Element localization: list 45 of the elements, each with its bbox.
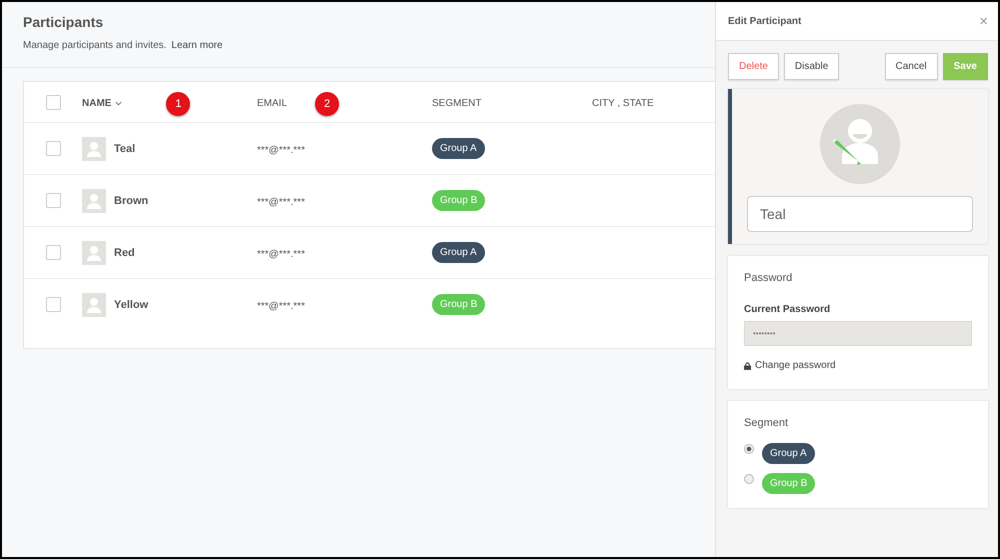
- participant-name: Teal: [114, 142, 136, 154]
- email-cell: ***@***.***: [257, 196, 305, 208]
- email-cell: ***@***.***: [257, 300, 305, 312]
- participant-name: Brown: [114, 194, 148, 206]
- row-checkbox[interactable]: [46, 193, 60, 208]
- row-checkbox[interactable]: [46, 245, 60, 260]
- name-input-field[interactable]: Teal: [747, 196, 973, 232]
- field-label: Current Password: [744, 304, 832, 315]
- email-cell: ***@***.***: [257, 248, 305, 260]
- row-checkbox[interactable]: [46, 297, 60, 312]
- edit-avatar-icon[interactable]: [820, 104, 900, 184]
- select-all-checkbox[interactable]: [46, 94, 60, 110]
- step-marker: 2: [315, 92, 340, 116]
- avatar-icon: [82, 240, 106, 264]
- segment-radio[interactable]: [744, 474, 754, 484]
- email-cell: ***@***.***: [257, 144, 305, 156]
- column-header[interactable]: NAME: [82, 98, 112, 109]
- action-button[interactable]: Cancel: [884, 53, 938, 80]
- sort-caret-icon[interactable]: [115, 101, 122, 106]
- panel-title: Edit Participant: [728, 16, 802, 26]
- segment-tag: Group A: [432, 138, 485, 159]
- action-button[interactable]: Disable: [784, 53, 840, 80]
- segment-tag: Group B: [762, 472, 816, 494]
- segment-tag: Group B: [432, 294, 486, 315]
- page-subtitle: Manage participants and invites.: [23, 40, 166, 51]
- change-password-link[interactable]: Change password: [744, 360, 836, 371]
- participant-name: Red: [114, 246, 135, 258]
- lock-icon: [744, 362, 751, 370]
- segment-tag: Group A: [762, 442, 815, 464]
- step-marker: 1: [166, 92, 190, 116]
- learn-more-link[interactable]: Learn more: [171, 40, 223, 51]
- segment-tag: Group B: [432, 190, 486, 211]
- segment-radio[interactable]: [744, 444, 754, 454]
- participant-name: Yellow: [114, 298, 148, 310]
- avatar-icon: [82, 188, 106, 212]
- column-header: CITY , STATE: [592, 98, 654, 109]
- column-header: EMAIL: [257, 98, 288, 109]
- row-checkbox[interactable]: [46, 141, 60, 156]
- column-header: SEGMENT: [432, 98, 482, 109]
- segment-tag: Group A: [432, 242, 485, 263]
- section-heading: Segment: [744, 416, 790, 428]
- page-title: Participants: [23, 14, 104, 30]
- section-heading: Password: [744, 272, 794, 284]
- avatar-icon: [82, 136, 106, 160]
- avatar-icon: [82, 292, 106, 316]
